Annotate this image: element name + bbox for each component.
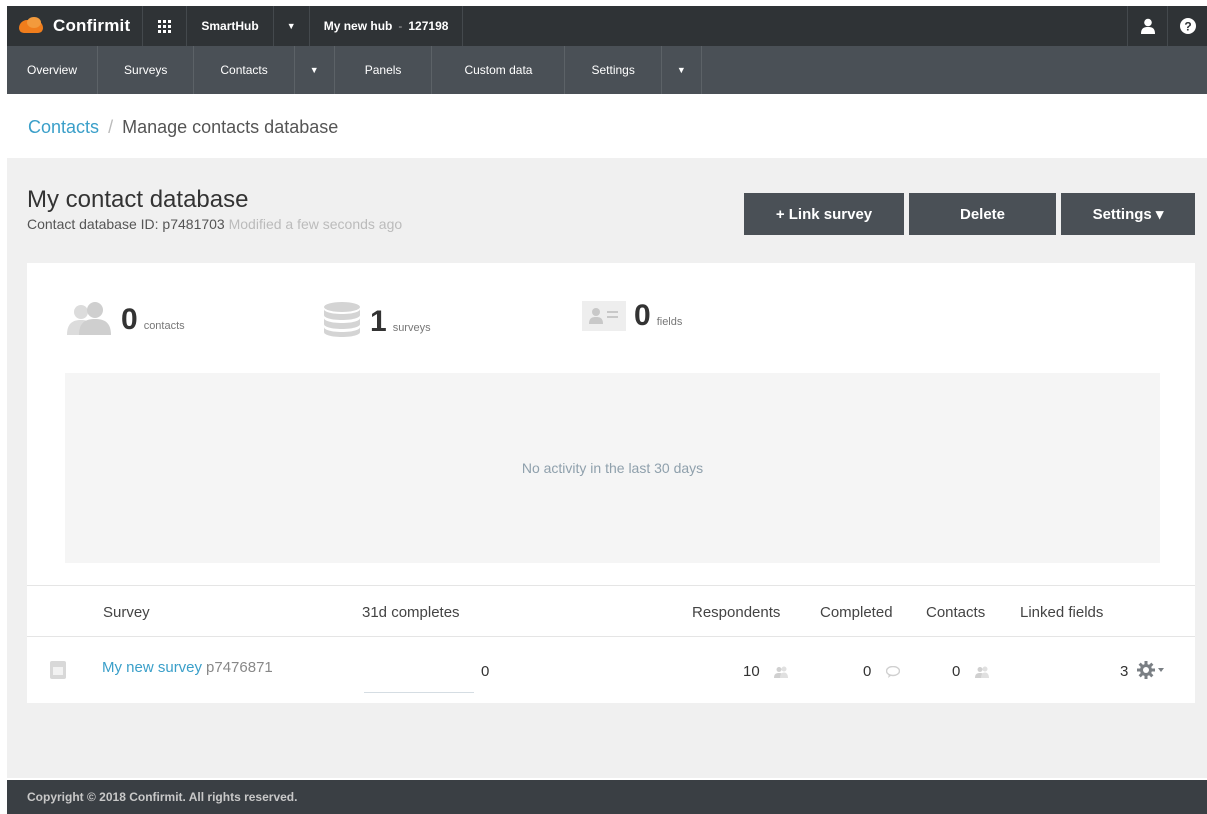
nav-settings-dropdown[interactable]: ▼ [662,46,702,94]
contacts-count: 0 [121,303,138,336]
app-switcher-dropdown[interactable]: ▼ [274,6,310,46]
contacts-label: contacts [143,320,185,332]
breadcrumb-separator: / [108,117,114,137]
table-row: My new survey p7476871 0 10 0 0 3 [27,637,1195,703]
nav-surveys[interactable]: Surveys [98,46,195,94]
contacts-icon [67,302,111,335]
survey-name-link[interactable]: My new survey [102,659,202,676]
completes-sparkline [364,692,474,693]
user-icon [1140,18,1155,34]
column-header-respondents[interactable]: Respondents [692,604,780,621]
respondents-cell: 10 [743,663,788,680]
nav-overview[interactable]: Overview [7,46,99,94]
stat-contacts: 0 contacts [65,301,185,335]
breadcrumb-contacts-link[interactable]: Contacts [28,117,99,137]
hub-selector[interactable]: My new hub - 127198 [310,6,464,46]
help-button[interactable]: ? [1167,6,1207,46]
comment-icon [885,666,900,679]
linked-fields-value: 3 [1120,663,1129,680]
help-icon: ? [1179,18,1196,34]
completes-31d-value: 0 [481,663,490,680]
nav-panels[interactable]: Panels [335,46,433,94]
main-nav: Overview Surveys Contacts ▼ Panels Custo… [7,46,1207,94]
copyright-text: Copyright © 2018 Confirmit. All rights r… [27,790,298,804]
survey-icon [50,661,66,679]
contacts-value: 0 [952,663,961,680]
caret-down-icon: ▼ [676,65,686,75]
column-header-survey[interactable]: Survey [103,604,150,621]
delete-button[interactable]: Delete [909,193,1056,235]
fields-count: 0 [634,299,651,332]
breadcrumb-current: Manage contacts database [122,117,339,137]
app-launcher-button[interactable] [143,6,188,46]
main-content: My contact database Contact database ID:… [7,158,1207,778]
gear-icon [1137,661,1164,679]
activity-empty-message: No activity in the last 30 days [521,460,704,476]
completed-value: 0 [863,663,872,680]
app-name[interactable]: SmartHub [187,6,274,46]
breadcrumb: Contacts / Manage contacts database [28,117,338,138]
modified-time: Modified a few seconds ago [228,216,403,232]
nav-contacts-dropdown[interactable]: ▼ [295,46,335,94]
hub-separator: - [398,19,403,33]
surveys-count: 1 [370,305,387,338]
contacts-cell: 0 [952,663,989,680]
caret-down-icon: ▼ [286,21,296,31]
page-title: My contact database [27,186,249,213]
user-menu-button[interactable] [1127,6,1167,46]
stat-surveys: 1 surveys [322,301,431,337]
database-card: 0 contacts 1 surveys 0 fields No activit… [27,263,1195,703]
top-bar: Confirmit SmartHub ▼ My new hub - 127198… [7,6,1207,46]
column-header-31d-completes[interactable]: 31d completes [362,604,460,621]
nav-custom-data[interactable]: Custom data [432,46,566,94]
respondents-value: 10 [743,663,760,680]
contacts-small-icon [974,666,989,679]
brand-logo[interactable]: Confirmit [7,6,144,46]
column-header-linked-fields[interactable]: Linked fields [1020,604,1103,621]
link-survey-button[interactable]: + Link survey [744,193,904,235]
grid-icon [158,19,172,33]
fields-icon [582,301,626,331]
stat-fields: 0 fields [582,301,682,331]
column-header-contacts[interactable]: Contacts [926,604,985,621]
hub-id: 127198 [408,19,449,33]
completed-cell: 0 [863,663,900,680]
respondents-icon [773,666,788,679]
hub-name: My new hub [323,19,393,33]
settings-button[interactable]: Settings ▾ [1061,193,1195,235]
database-icon [324,302,360,337]
nav-contacts[interactable]: Contacts [194,46,295,94]
surveys-label: surveys [392,322,431,334]
table-header: Survey 31d completes Respondents Complet… [27,585,1195,637]
database-meta: Contact database ID: p7481703 Modified a… [27,216,402,232]
svg-text:?: ? [1184,20,1191,34]
database-id-label: Contact database ID: [27,216,159,232]
column-header-completed[interactable]: Completed [820,604,893,621]
survey-cell: My new survey p7476871 [102,659,273,676]
database-id: p7481703 [162,216,225,232]
survey-id: p7476871 [206,659,273,676]
brand-name: Confirmit [53,16,131,35]
confirmit-logo-icon [17,17,47,35]
fields-label: fields [656,316,683,328]
footer: Copyright © 2018 Confirmit. All rights r… [7,780,1207,814]
nav-settings[interactable]: Settings [565,46,662,94]
caret-down-icon: ▼ [309,65,319,75]
row-actions-menu[interactable] [1137,661,1167,684]
activity-panel: No activity in the last 30 days [65,373,1160,563]
